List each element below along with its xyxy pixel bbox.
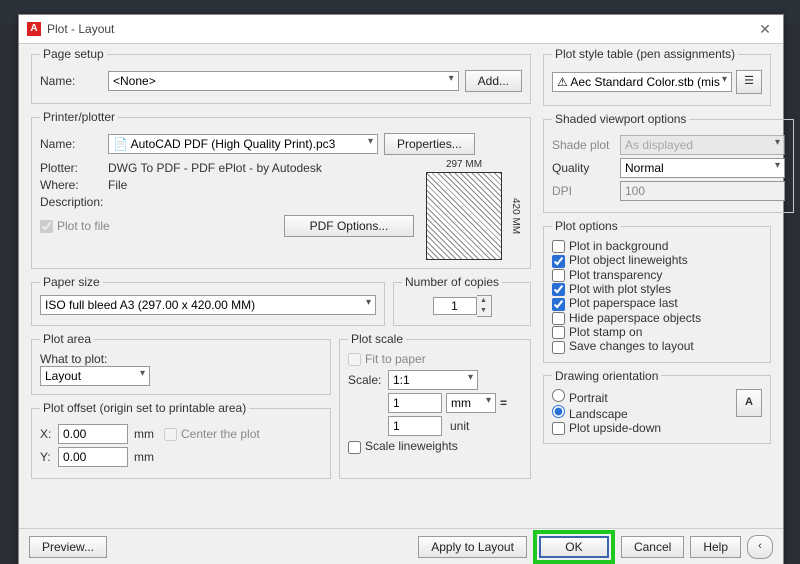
copies-legend: Number of copies bbox=[402, 275, 502, 289]
dialog-title: Plot - Layout bbox=[47, 15, 755, 43]
fit-to-paper-check-wrap: Fit to paper bbox=[348, 352, 426, 366]
plot-options-group: Plot options Plot in background Plot obj… bbox=[543, 219, 771, 363]
opt-transparency[interactable]: Plot transparency bbox=[552, 268, 662, 282]
shaded-viewport-group: Shaded viewport options Shade plot As di… bbox=[543, 112, 794, 213]
center-plot-check-wrap: Center the plot bbox=[164, 427, 260, 441]
autocad-logo-icon: A bbox=[27, 22, 41, 36]
equals-icon: = bbox=[500, 396, 507, 410]
chevron-down-icon[interactable]: ▼ bbox=[477, 306, 491, 316]
plot-dialog: A Plot - Layout ✕ Page setup Name: <None… bbox=[18, 14, 784, 564]
offset-y-label: Y: bbox=[40, 450, 58, 464]
pdf-options-button[interactable]: PDF Options... bbox=[284, 215, 414, 237]
orientation-preview-icon: A bbox=[736, 389, 762, 417]
ok-button[interactable]: OK bbox=[539, 536, 609, 558]
collapse-options-button[interactable]: ‹ bbox=[747, 535, 773, 559]
opt-paperspace-last[interactable]: Plot paperspace last bbox=[552, 296, 678, 310]
center-plot-check bbox=[164, 428, 177, 441]
plot-scale-group: Plot scale Fit to paper Scale: 1:1 bbox=[339, 332, 531, 479]
dpi-label: DPI bbox=[552, 184, 620, 198]
plot-style-edit-button[interactable]: ☰ bbox=[736, 70, 762, 94]
titlebar: A Plot - Layout ✕ bbox=[19, 15, 783, 44]
scale-lineweights-check[interactable] bbox=[348, 441, 361, 454]
printer-legend: Printer/plotter bbox=[40, 110, 118, 124]
plot-style-group: Plot style table (pen assignments) ⚠ Aec… bbox=[543, 47, 771, 106]
plot-style-legend: Plot style table (pen assignments) bbox=[552, 47, 738, 61]
plot-area-legend: Plot area bbox=[40, 332, 94, 346]
scale-combo[interactable]: 1:1 bbox=[388, 370, 478, 390]
printer-properties-button[interactable]: Properties... bbox=[384, 133, 475, 155]
what-to-plot-label: What to plot: bbox=[40, 352, 322, 366]
paper-width-label: 297 MM bbox=[427, 159, 501, 170]
plot-to-file-check bbox=[40, 220, 53, 233]
offset-x-unit: mm bbox=[134, 427, 154, 441]
opt-background[interactable]: Plot in background bbox=[552, 239, 668, 253]
printer-name-label: Name: bbox=[40, 137, 108, 151]
page-setup-group: Page setup Name: <None> Add... bbox=[31, 47, 531, 104]
page-setup-legend: Page setup bbox=[40, 47, 107, 61]
cancel-button[interactable]: Cancel bbox=[621, 536, 684, 558]
chevron-up-icon[interactable]: ▲ bbox=[477, 296, 491, 306]
shaded-viewport-legend: Shaded viewport options bbox=[552, 112, 689, 126]
printer-name-combo[interactable]: 📄 AutoCAD PDF (High Quality Print).pc3 bbox=[108, 134, 378, 154]
plot-options-legend: Plot options bbox=[552, 219, 621, 233]
paper-size-legend: Paper size bbox=[40, 275, 103, 289]
scale-mm-input[interactable] bbox=[388, 393, 442, 413]
plotter-value: DWG To PDF - PDF ePlot - by Autodesk bbox=[108, 161, 322, 175]
shade-plot-combo: As displayed bbox=[620, 135, 785, 155]
offset-x-input[interactable] bbox=[58, 424, 128, 444]
ok-highlight: OK bbox=[533, 530, 615, 564]
what-to-plot-combo[interactable]: Layout bbox=[40, 366, 150, 386]
add-page-setup-button[interactable]: Add... bbox=[465, 70, 522, 92]
help-button[interactable]: Help bbox=[690, 536, 741, 558]
paper-preview-icon: 297 MM 420 MM bbox=[426, 172, 502, 260]
fit-to-paper-check bbox=[348, 353, 361, 366]
paper-height-label: 420 MM bbox=[510, 173, 521, 259]
plot-style-combo[interactable]: ⚠ Aec Standard Color.stb (mis bbox=[552, 72, 732, 92]
copies-spinner[interactable]: ▲▼ bbox=[433, 295, 492, 317]
opt-lineweights[interactable]: Plot object lineweights bbox=[552, 253, 688, 267]
apply-to-layout-button[interactable]: Apply to Layout bbox=[418, 536, 527, 558]
plot-scale-legend: Plot scale bbox=[348, 332, 406, 346]
where-value: File bbox=[108, 178, 127, 192]
opt-plot-styles[interactable]: Plot with plot styles bbox=[552, 282, 671, 296]
offset-y-input[interactable] bbox=[58, 447, 128, 467]
paper-size-group: Paper size ISO full bleed A3 (297.00 x 4… bbox=[31, 275, 385, 326]
orient-upside-down[interactable]: Plot upside-down bbox=[552, 421, 661, 435]
orientation-group: Drawing orientation Portrait Landscape P… bbox=[543, 369, 771, 444]
plot-offset-legend: Plot offset (origin set to printable are… bbox=[40, 401, 249, 415]
orient-portrait[interactable]: Portrait bbox=[552, 391, 608, 405]
paper-size-combo[interactable]: ISO full bleed A3 (297.00 x 420.00 MM) bbox=[40, 295, 376, 315]
scale-drawing-unit-label: unit bbox=[450, 419, 469, 433]
page-setup-name-label: Name: bbox=[40, 74, 108, 88]
scale-lineweights-check-wrap[interactable]: Scale lineweights bbox=[348, 439, 458, 453]
preview-button[interactable]: Preview... bbox=[29, 536, 107, 558]
scale-drawing-input[interactable] bbox=[388, 416, 442, 436]
copies-group: Number of copies ▲▼ bbox=[393, 275, 531, 326]
offset-x-label: X: bbox=[40, 427, 58, 441]
copies-input[interactable] bbox=[433, 297, 477, 315]
dialog-footer: Preview... Apply to Layout OK Cancel Hel… bbox=[19, 528, 783, 564]
dpi-input bbox=[620, 181, 785, 201]
opt-save-changes[interactable]: Save changes to layout bbox=[552, 339, 694, 353]
scale-unit-combo[interactable]: mm bbox=[446, 393, 496, 413]
plotter-label: Plotter: bbox=[40, 161, 108, 175]
where-label: Where: bbox=[40, 178, 108, 192]
quality-label: Quality bbox=[552, 161, 620, 175]
plot-offset-group: Plot offset (origin set to printable are… bbox=[31, 401, 331, 479]
opt-plot-stamp[interactable]: Plot stamp on bbox=[552, 325, 642, 339]
opt-hide-paperspace[interactable]: Hide paperspace objects bbox=[552, 311, 701, 325]
description-label: Description: bbox=[40, 195, 108, 209]
offset-y-unit: mm bbox=[134, 450, 154, 464]
printer-group: Printer/plotter Name: 📄 AutoCAD PDF (Hig… bbox=[31, 110, 531, 269]
shade-plot-label: Shade plot bbox=[552, 138, 620, 152]
close-icon[interactable]: ✕ bbox=[755, 15, 775, 43]
plot-area-group: Plot area What to plot: Layout bbox=[31, 332, 331, 395]
page-setup-name-combo[interactable]: <None> bbox=[108, 71, 459, 91]
plot-to-file-check-wrap: Plot to file bbox=[40, 219, 110, 233]
orientation-legend: Drawing orientation bbox=[552, 369, 661, 383]
orient-landscape[interactable]: Landscape bbox=[552, 407, 628, 421]
scale-label: Scale: bbox=[348, 373, 388, 387]
quality-combo[interactable]: Normal bbox=[620, 158, 785, 178]
